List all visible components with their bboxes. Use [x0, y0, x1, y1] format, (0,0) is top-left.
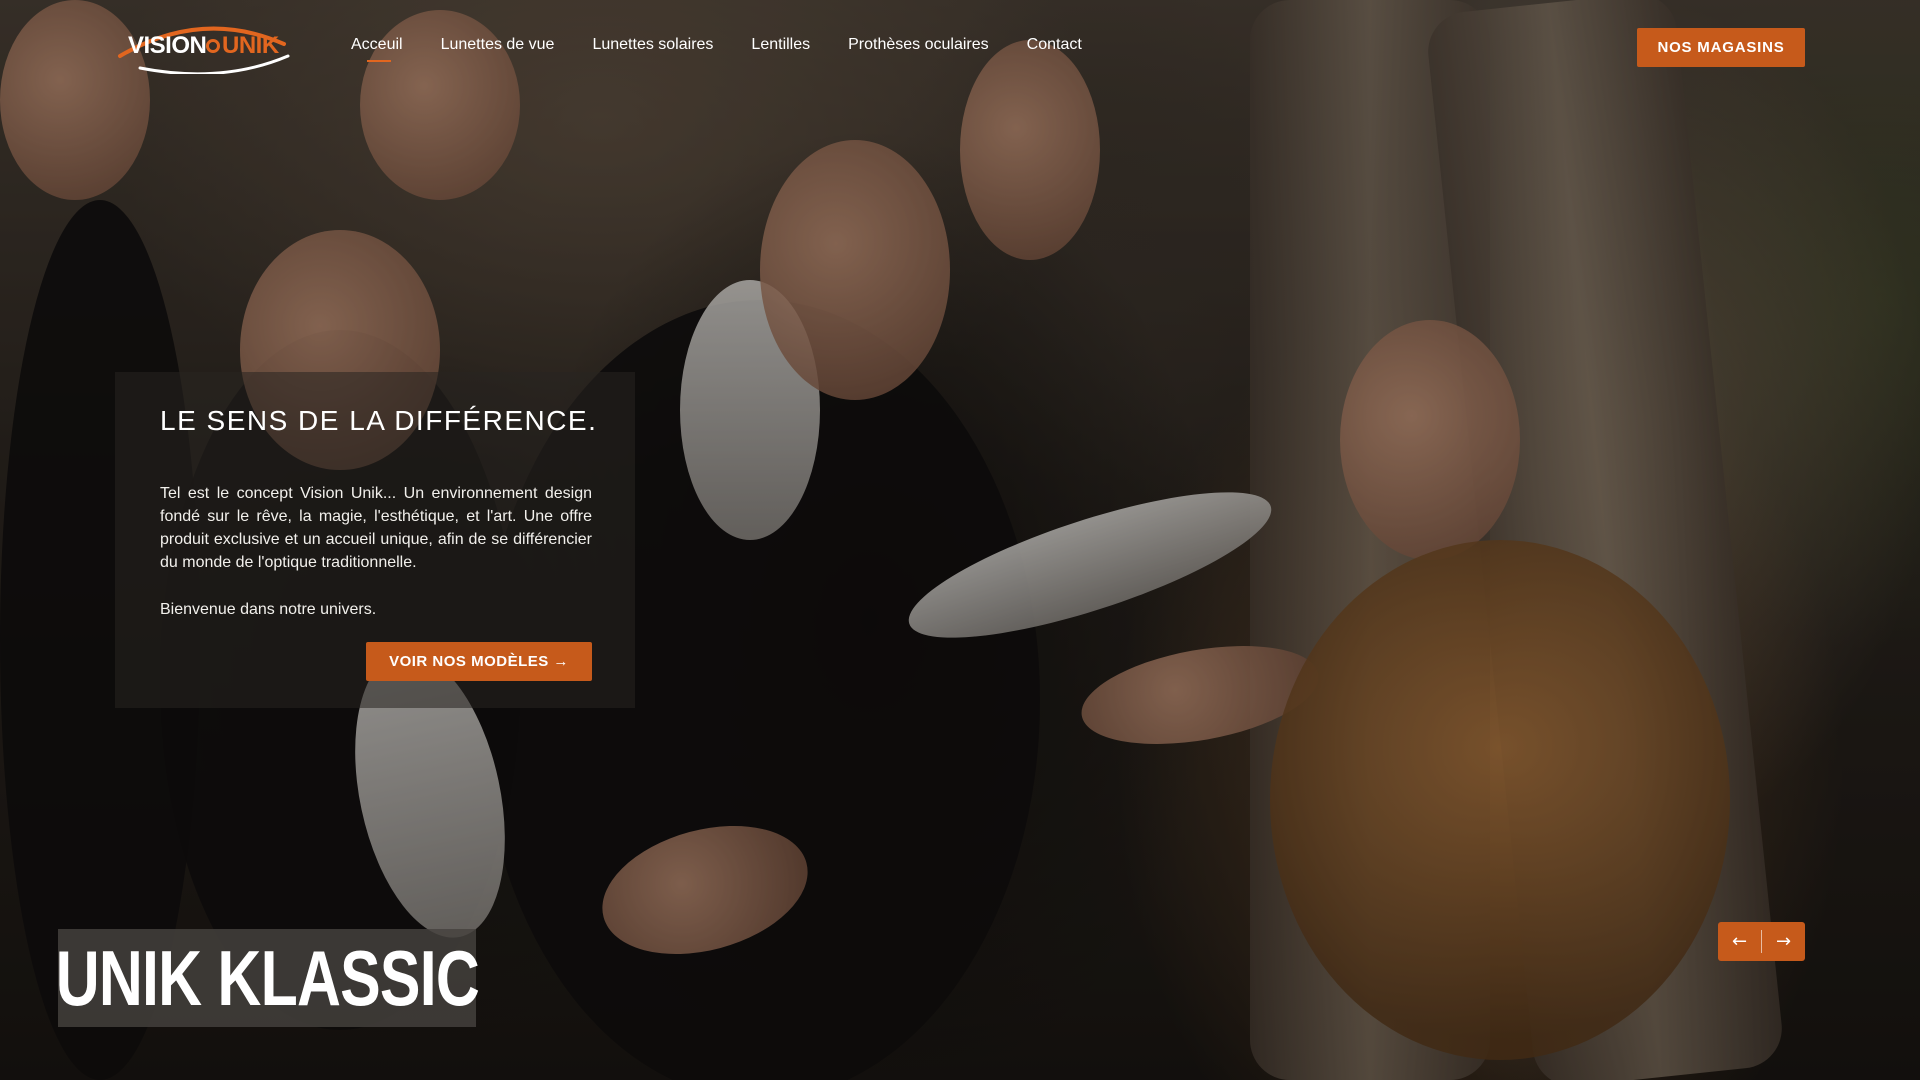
- nav-item-acceuil[interactable]: Acceuil: [351, 36, 403, 62]
- nav-item-lunettes-solaires[interactable]: Lunettes solaires: [592, 36, 713, 54]
- hero-welcome: Bienvenue dans notre univers.: [160, 601, 377, 618]
- hero-text-panel: LE SENS DE LA DIFFÉRENCE. Tel est le con…: [115, 372, 635, 708]
- arrow-left-icon[interactable]: ←: [1718, 922, 1761, 961]
- vision-unik-logo[interactable]: VISION UNIK: [112, 18, 294, 74]
- logo-text-unik: UNIK: [222, 32, 279, 59]
- arrow-right-icon[interactable]: →: [1762, 922, 1805, 961]
- hero-title: LE SENS DE LA DIFFÉRENCE.: [160, 405, 598, 436]
- nav-item-lentilles[interactable]: Lentilles: [751, 36, 810, 54]
- logo-text-vision: VISION: [128, 32, 207, 59]
- nav-item-contact[interactable]: Contact: [1027, 36, 1082, 54]
- collection-name: UNIK KLASSIC: [55, 933, 479, 1022]
- collection-label: UNIK KLASSIC: [55, 929, 479, 1027]
- view-models-button[interactable]: VOIR NOS MODÈLES →: [366, 642, 592, 681]
- logo-eye-icon: [206, 39, 220, 53]
- hero-description: Tel est le concept Vision Unik... Un env…: [160, 485, 592, 571]
- nav-item-lunettes-de-vue[interactable]: Lunettes de vue: [441, 36, 555, 54]
- nav-item-protheses-oculaires[interactable]: Prothèses oculaires: [848, 36, 989, 54]
- stores-button[interactable]: NOS MAGASINS: [1637, 28, 1805, 67]
- main-navigation: Acceuil Lunettes de vue Lunettes solaire…: [351, 36, 1082, 62]
- site-header: VISION UNIK Acceuil Lunettes de vue Lune…: [0, 0, 1920, 96]
- slider-controls: ← →: [1718, 922, 1805, 961]
